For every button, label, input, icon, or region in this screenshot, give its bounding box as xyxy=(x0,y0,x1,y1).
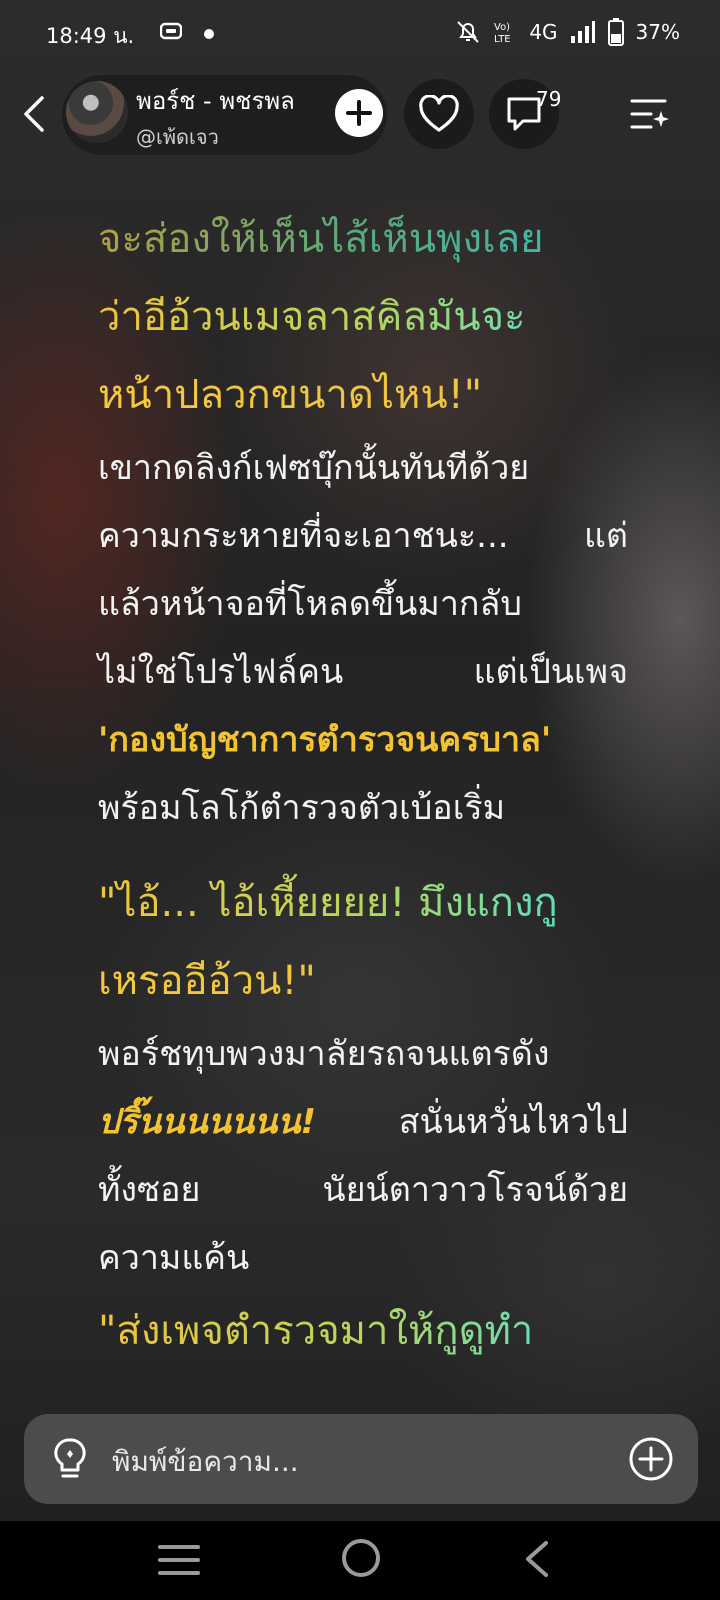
narration-line: ทั้งซอย นัยน์ตาวาวโรจน์ด้วย xyxy=(98,1156,628,1224)
status-bar: 18:49 น. Vo) LTE 4G 37% xyxy=(0,0,720,70)
narration-line: แล้วหน้าจอที่โหลดขึ้นมากลับ xyxy=(98,584,522,624)
narration-line: ไม่ใช่โปรไฟล์คน แต่เป็นเพจ xyxy=(98,638,628,706)
narration-fragment: ไม่ใช่โปรไฟล์คน xyxy=(98,652,344,692)
narration-fragment: แต่เป็นเพจ xyxy=(473,652,628,692)
dialog-line: "ไอ้... ไอ้เหี้ยยยย! มึงแกงกู xyxy=(98,864,628,942)
recents-icon[interactable] xyxy=(158,1543,200,1577)
sound-effect-text: ปริ๊นนนนนนน! xyxy=(98,1102,317,1142)
narration-line: พอร์ชทุบพวงมาลัยรถจนแตรดัง xyxy=(98,1034,550,1074)
svg-text:LTE: LTE xyxy=(494,34,511,45)
dialog-line: เหรออีอ้วน!" xyxy=(98,942,628,1020)
back-icon[interactable] xyxy=(522,1539,552,1579)
narration-fragment: ความกระหายที่จะเอาชนะ... xyxy=(98,516,509,556)
svg-text:Vo): Vo) xyxy=(494,22,510,33)
dialog-line: ว่าอีอ้วนเมจลาสคิลมันจะ xyxy=(98,278,628,356)
network-type: 4G xyxy=(529,20,558,44)
message-input-bar[interactable]: พิมพ์ข้อความ... xyxy=(24,1414,698,1504)
story-content: จะส่องให้เห็นไส้เห็นพุงเลย ว่าอีอ้วนเมจล… xyxy=(98,200,628,1370)
author-name: พอร์ช - พชรพล xyxy=(136,87,295,115)
comment-count: 79 xyxy=(536,87,562,111)
narration-fragment: ทั้งซอย xyxy=(98,1170,201,1210)
dot-icon xyxy=(204,24,214,43)
system-nav-bar xyxy=(0,1521,720,1600)
plus-icon xyxy=(346,100,372,126)
signal-icon xyxy=(570,20,596,44)
back-button[interactable] xyxy=(14,89,54,139)
message-input[interactable]: พิมพ์ข้อความ... xyxy=(112,1440,299,1484)
narration-fragment: นัยน์ตาวาวโรจน์ด้วย xyxy=(322,1170,628,1210)
reader-header: พอร์ช - พชรพล @เพ้ดเจว 79 xyxy=(0,75,720,155)
menu-sparkle-icon xyxy=(630,99,669,129)
home-icon[interactable] xyxy=(340,1537,382,1579)
narration-line: ปริ๊นนนนนนน! สนั่นหวั่นไหวไป xyxy=(98,1088,628,1156)
follow-button[interactable] xyxy=(335,89,383,137)
narration-fragment: แต่ xyxy=(584,516,628,556)
add-circle-icon[interactable] xyxy=(628,1436,674,1482)
narration-line: ความกระหายที่จะเอาชนะ... แต่ xyxy=(98,502,628,570)
highlighted-text: 'กองบัญชาการตำรวจนครบาล' xyxy=(98,720,552,760)
avatar[interactable] xyxy=(66,81,128,143)
narration-line: ความแค้น xyxy=(98,1238,250,1278)
narration-line: เขากดลิงก์เฟซบุ๊กนั้นทันทีด้วย xyxy=(98,448,530,488)
chapter-menu-button[interactable] xyxy=(626,91,672,137)
dialog-line: จะส่องให้เห็นไส้เห็นพุงเลย xyxy=(98,200,628,278)
battery-icon xyxy=(607,18,624,46)
back-arrow-icon xyxy=(24,96,44,132)
heart-icon xyxy=(419,95,459,132)
author-handle: @เพ้ดเจว xyxy=(136,125,219,149)
sim-card-icon xyxy=(159,22,183,44)
status-time: 18:49 น. xyxy=(46,24,135,48)
narration-line: พร้อมโลโก้ตำรวจตัวเบ้อเริ่ม xyxy=(98,788,505,828)
volte-icon: Vo) LTE xyxy=(493,19,517,45)
battery-percent: 37% xyxy=(635,20,680,44)
mute-bell-icon xyxy=(455,19,481,45)
dialog-line: หน้าปลวกขนาดไหน!" xyxy=(98,356,628,434)
like-button[interactable] xyxy=(404,79,474,149)
dialog-line: "ส่งเพจตำรวจมาให้กูดูทำ xyxy=(98,1292,628,1370)
narration-fragment: สนั่นหวั่นไหวไป xyxy=(398,1102,628,1142)
lightbulb-icon[interactable] xyxy=(50,1436,90,1484)
